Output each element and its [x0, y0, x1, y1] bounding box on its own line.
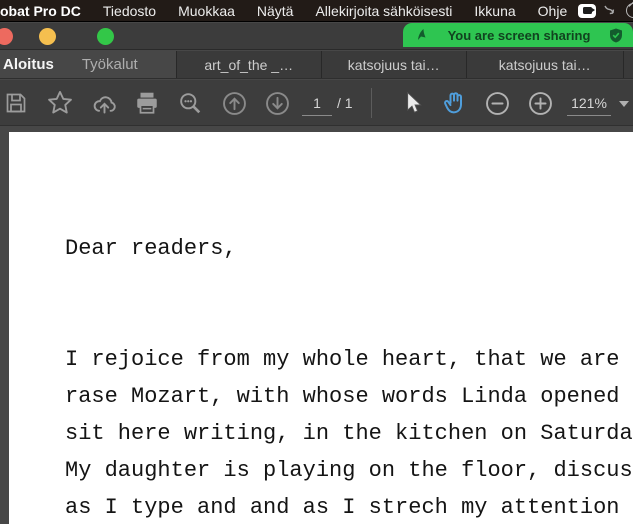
document-viewport[interactable]: Dear readers, I rejoice from my whole he… — [0, 127, 633, 524]
tab-tyokalut[interactable]: Työkalut — [68, 51, 152, 78]
doc-tab-partial[interactable] — [623, 51, 633, 78]
hand-tool-icon — [440, 89, 468, 117]
zoom-level-input[interactable]: 121% — [567, 90, 611, 116]
cursor-arrow-icon — [399, 90, 425, 116]
circle-minus-icon — [484, 90, 511, 117]
screen-sharing-banner: You are screen sharing — [403, 23, 633, 47]
zoom-window-button[interactable] — [97, 28, 114, 45]
acrobat-toolbar: 1 / 1 121% — [0, 80, 633, 126]
menu-item-muokkaa[interactable]: Muokkaa — [178, 3, 235, 19]
next-page-button[interactable] — [261, 80, 293, 126]
zoom-out-button[interactable] — [481, 80, 513, 126]
document-line: Dear readers, — [65, 230, 633, 267]
share-cursor-icon — [415, 28, 429, 42]
doc-tab-art-of-the[interactable]: art_of_the _… — [176, 51, 321, 78]
tab-aloitus[interactable]: Aloitus — [0, 51, 68, 78]
close-window-button[interactable] — [0, 28, 13, 45]
macos-menu-bar: obat Pro DC Tiedosto Muokkaa Näytä Allek… — [0, 0, 633, 22]
select-tool-button[interactable] — [396, 80, 428, 126]
menu-status-icon[interactable] — [626, 3, 633, 18]
menu-app-name[interactable]: obat Pro DC — [0, 3, 81, 19]
page-total-label: / 1 — [337, 90, 353, 116]
document-line — [65, 304, 633, 341]
hand-tool-button[interactable] — [437, 80, 471, 126]
screen-recording-icon[interactable] — [578, 4, 596, 18]
menu-item-tiedosto[interactable]: Tiedosto — [103, 3, 156, 19]
save-button[interactable] — [1, 80, 31, 126]
menu-item-ohje[interactable]: Ohje — [538, 3, 568, 19]
document-line: rase Mozart, with whose words Linda open… — [65, 378, 633, 415]
star-icon — [46, 89, 74, 117]
screen-sharing-label: You are screen sharing — [429, 28, 609, 43]
minimize-window-button[interactable] — [39, 28, 56, 45]
menu-item-nayta[interactable]: Näytä — [257, 3, 294, 19]
search-icon — [177, 90, 204, 117]
document-line: My daughter is playing on the floor, dis… — [65, 452, 633, 489]
document-line — [65, 267, 633, 304]
print-button[interactable] — [131, 80, 163, 126]
document-line: I rejoice from my whole heart, that we a… — [65, 341, 633, 378]
zoom-in-button[interactable] — [524, 80, 556, 126]
zoom-dropdown-caret-icon[interactable] — [619, 101, 629, 107]
circle-up-arrow-icon — [221, 90, 248, 117]
menu-item-ikkuna[interactable]: Ikkuna — [474, 3, 515, 19]
circle-plus-icon — [527, 90, 554, 117]
share-cloud-button[interactable] — [88, 80, 120, 126]
printer-icon — [134, 90, 160, 116]
cloud-upload-icon — [91, 90, 118, 117]
favorites-button[interactable] — [44, 80, 76, 126]
pointer-path-icon[interactable] — [603, 3, 619, 19]
menu-item-allekirjoita[interactable]: Allekirjoita sähköisesti — [315, 3, 452, 19]
toolbar-separator — [371, 88, 372, 118]
document-line: as I type and and as I strech my attenti… — [65, 489, 633, 524]
document-line: sit here writing, in the kitchen on Satu… — [65, 415, 633, 452]
document-text: Dear readers, I rejoice from my whole he… — [65, 230, 633, 524]
window-title-bar: You are screen sharing — [0, 23, 633, 50]
doc-tab-katsojuus-2[interactable]: katsojuus tai… — [466, 51, 623, 78]
shield-check-icon — [609, 28, 623, 43]
save-icon — [4, 91, 28, 115]
circle-down-arrow-icon — [264, 90, 291, 117]
search-button[interactable] — [174, 80, 206, 126]
acrobat-tab-bar: Aloitus Työkalut art_of_the _… katsojuus… — [0, 51, 633, 79]
pdf-page: Dear readers, I rejoice from my whole he… — [9, 132, 633, 524]
previous-page-button[interactable] — [218, 80, 250, 126]
doc-tab-katsojuus-1[interactable]: katsojuus tai… — [321, 51, 466, 78]
page-number-input[interactable]: 1 — [302, 90, 332, 116]
